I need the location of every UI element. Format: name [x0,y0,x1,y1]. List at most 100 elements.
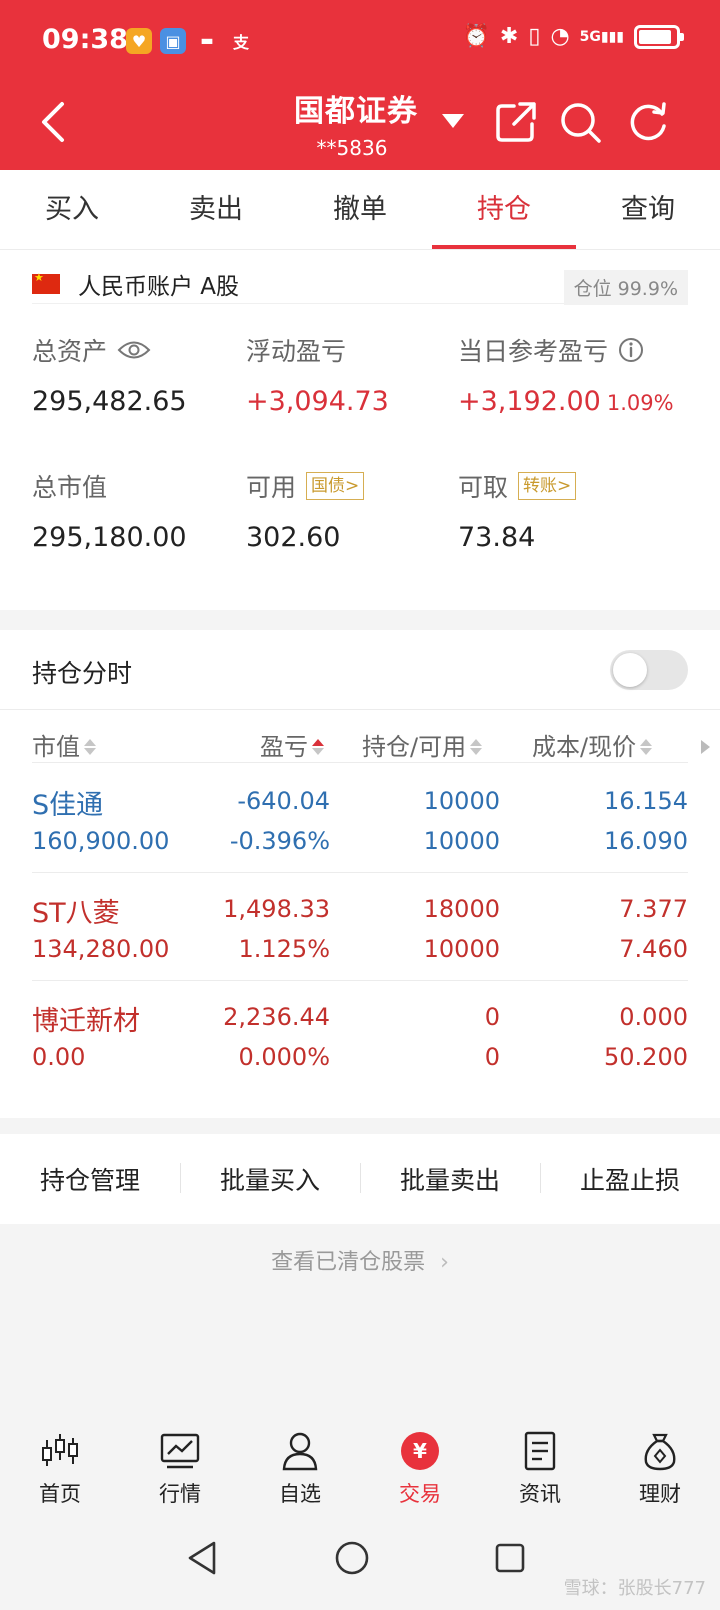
account-type-row: 人民币账户 A股 仓位 99.9% [32,264,688,305]
svg-text:¥: ¥ [413,1439,427,1463]
status-time: 09:38 [42,24,128,55]
alarm-icon: ⏰ [462,24,490,49]
bottom-nav: 首页 行情 自选 ¥ 交易 资讯 理财 [0,1430,720,1520]
nav-news[interactable]: 资讯 [480,1430,600,1520]
chevron-right-icon: › [440,1250,449,1275]
stock-pl-percent: 0.000% [238,1043,330,1071]
nav-wealth[interactable]: 理财 [600,1430,720,1520]
stock-position: 0 [484,1003,500,1031]
wallet-app-icon: ▣ [160,28,186,54]
position-ratio-badge: 仓位 99.9% [563,270,688,305]
daily-pl-percent: 1.09% [606,391,674,415]
transfer-link[interactable]: 转账> [518,472,577,500]
stock-pl-percent: -0.396% [229,827,330,855]
stock-cost: 16.154 [604,787,688,815]
scroll-right-icon[interactable] [701,740,710,754]
sort-icon [312,739,324,755]
watermark: 雪球：张股长777 [563,1578,706,1599]
treasury-bond-link[interactable]: 国债> [306,472,365,500]
total-assets: 总资产 295,482.65 [32,332,187,417]
total-assets-value: 295,482.65 [32,386,187,417]
withdrawable-funds: 可取 转账> 73.84 [458,468,577,553]
floating-pl-value: +3,094.73 [246,386,389,417]
wifi-icon: ◔ [550,24,570,49]
search-icon[interactable] [558,100,602,144]
candlestick-icon [42,1434,78,1466]
nav-market[interactable]: 行情 [120,1430,240,1520]
china-flag-icon [32,271,60,294]
tab-sell[interactable]: 卖出 [144,170,288,249]
table-row[interactable]: ST八菱 134,280.00 1,498.33 1.125% 18000 10… [32,872,688,982]
system-home-icon[interactable] [334,1540,370,1576]
tab-positions[interactable]: 持仓 [432,170,576,249]
network-type: 5G [579,28,601,45]
nav-trade-label: 交易 [399,1482,441,1506]
account-type-label: 人民币账户 A股 [78,273,240,300]
table-row[interactable]: 博迁新材 0.00 2,236.44 0.000% 0 0 0.000 50.2… [32,980,688,1090]
stock-name: 博迁新材 [32,1006,140,1037]
stock-available: 10000 [423,935,500,963]
info-icon[interactable] [618,337,644,363]
nav-watchlist-label: 自选 [279,1482,321,1506]
positions-table: 市值 盈亏 持仓/可用 成本/现价 S佳通 160,900.00 -640.04… [0,710,720,1118]
available-value: 302.60 [246,522,341,553]
daily-pl-label: 当日参考盈亏 [458,337,609,366]
status-system-icons: ⏰ ✱ ▯ ◔ 5G▮▮▮ [462,24,684,49]
stock-pl: 2,236.44 [223,1003,330,1031]
app-header: 09:38 ♥ ▣ ▬ 支 ⏰ ✱ ▯ ◔ 5G▮▮▮ 国都证券 **5836 [0,0,720,170]
stock-pl: -640.04 [237,787,330,815]
total-assets-label: 总资产 [32,337,108,366]
broker-selector[interactable]: 国都证券 **5836 [0,86,720,160]
sort-icon [640,739,653,755]
available-funds: 可用 国债> 302.60 [246,468,365,553]
market-value-label: 总市值 [32,473,108,502]
eye-icon[interactable] [117,339,151,361]
nav-market-label: 行情 [159,1482,201,1506]
tab-cancel[interactable]: 撤单 [288,170,432,249]
table-row[interactable]: S佳通 160,900.00 -640.04 -0.396% 10000 100… [32,762,688,872]
system-back-icon[interactable] [186,1540,218,1576]
stock-available: 0 [484,1043,500,1071]
floating-pl-label: 浮动盈亏 [246,337,347,366]
nav-trade[interactable]: ¥ 交易 [360,1430,480,1520]
stock-pl-percent: 1.125% [238,935,330,963]
trade-tabs: 买入 卖出 撤单 持仓 查询 [0,170,720,250]
user-watchlist-icon [282,1432,318,1471]
system-recents-icon[interactable] [494,1542,526,1574]
stock-position: 10000 [423,787,500,815]
nav-watchlist[interactable]: 自选 [240,1430,360,1520]
daily-pl-value: +3,192.00 [458,386,601,417]
tab-query[interactable]: 查询 [576,170,720,249]
stock-name: ST八菱 [32,898,120,929]
refresh-icon[interactable] [626,100,670,144]
tab-buy[interactable]: 买入 [0,170,144,249]
vibrate-icon: ▯ [528,24,541,49]
position-intraday-label: 持仓分时 [32,659,133,688]
market-value: 总市值 295,180.00 [32,468,187,553]
stock-price: 16.090 [604,827,688,855]
stock-name: S佳通 [32,790,104,821]
market-chart-icon [160,1433,200,1469]
position-actions: 持仓管理 批量买入 批量卖出 止盈止损 [0,1134,720,1224]
position-management-button[interactable]: 持仓管理 [0,1161,180,1197]
stock-price: 7.460 [619,935,688,963]
stock-market-value: 0.00 [32,1043,86,1071]
stock-cost: 0.000 [619,1003,688,1031]
nav-home[interactable]: 首页 [0,1430,120,1520]
stock-cost: 7.377 [619,895,688,923]
alipay-app-icon: 支 [232,33,249,52]
train-app-icon: ▬ [200,33,214,49]
share-icon[interactable] [494,100,538,144]
cleared-stocks-link[interactable]: 查看已清仓股票 › [0,1244,720,1276]
nav-news-label: 资讯 [519,1482,561,1506]
stop-profit-loss-button[interactable]: 止盈止损 [540,1161,720,1197]
floating-pl: 浮动盈亏 +3,094.73 [246,332,389,417]
stock-position: 18000 [423,895,500,923]
battery-icon [634,24,684,49]
daily-pl: 当日参考盈亏 +3,192.00 1.09% [458,332,674,417]
batch-buy-button[interactable]: 批量买入 [180,1161,360,1197]
position-intraday-toggle[interactable] [610,650,688,690]
batch-sell-button[interactable]: 批量卖出 [360,1161,540,1197]
stock-market-value: 160,900.00 [32,827,170,855]
dropdown-caret-icon[interactable] [442,114,464,128]
